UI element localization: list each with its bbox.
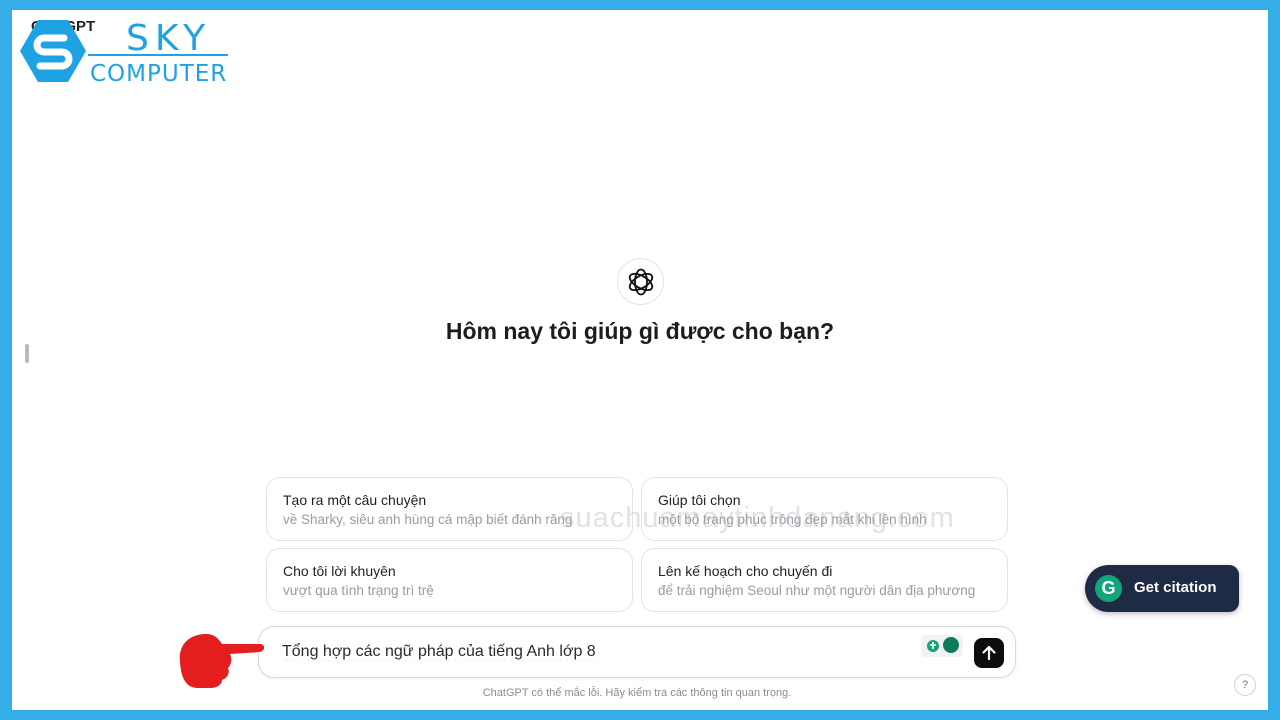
message-input[interactable] xyxy=(282,643,902,661)
suggestion-title: Cho tôi lời khuyên xyxy=(283,563,396,579)
send-button[interactable] xyxy=(974,638,1004,668)
disclaimer-text: ChatGPT có thể mắc lỗi. Hãy kiểm tra các… xyxy=(482,687,792,699)
openai-knot-icon xyxy=(628,268,653,295)
suggestion-title: Lên kế hoạch cho chuyến đi xyxy=(658,563,833,579)
logo-text-computer: COMPUTER xyxy=(90,61,228,87)
sky-computer-logo: SKY COMPUTER xyxy=(18,18,233,88)
grammarly-icon: G xyxy=(1095,575,1122,602)
logo-text-sky: SKY xyxy=(126,18,212,59)
suggestion-card-advice[interactable]: Cho tôi lời khuyên vượt qua tình trạng t… xyxy=(266,548,633,612)
extension-icons[interactable] xyxy=(921,635,963,657)
pointing-hand-icon xyxy=(179,634,265,688)
watermark-text: suachuamaytinhdanang.com xyxy=(560,502,955,534)
suggestion-subtitle: vượt qua tình trạng trì trệ xyxy=(283,583,434,598)
openai-logo-icon xyxy=(617,258,664,305)
get-citation-button[interactable]: G Get citation xyxy=(1085,565,1239,612)
get-citation-label: Get citation xyxy=(1134,579,1217,596)
sidebar-toggle-handle[interactable] xyxy=(25,344,29,363)
help-button[interactable]: ? xyxy=(1234,674,1256,696)
page-heading: Hôm nay tôi giúp gì được cho bạn? xyxy=(445,318,835,344)
app-window xyxy=(12,10,1268,710)
suggestion-subtitle: để trải nghiệm Seoul như một người dân đ… xyxy=(658,583,976,598)
logo-divider xyxy=(88,54,228,56)
message-composer xyxy=(258,626,1016,678)
sky-logo-icon xyxy=(20,20,86,82)
arrow-up-icon xyxy=(982,645,996,661)
suggestion-card-trip[interactable]: Lên kế hoạch cho chuyến đi để trải nghiệ… xyxy=(641,548,1008,612)
